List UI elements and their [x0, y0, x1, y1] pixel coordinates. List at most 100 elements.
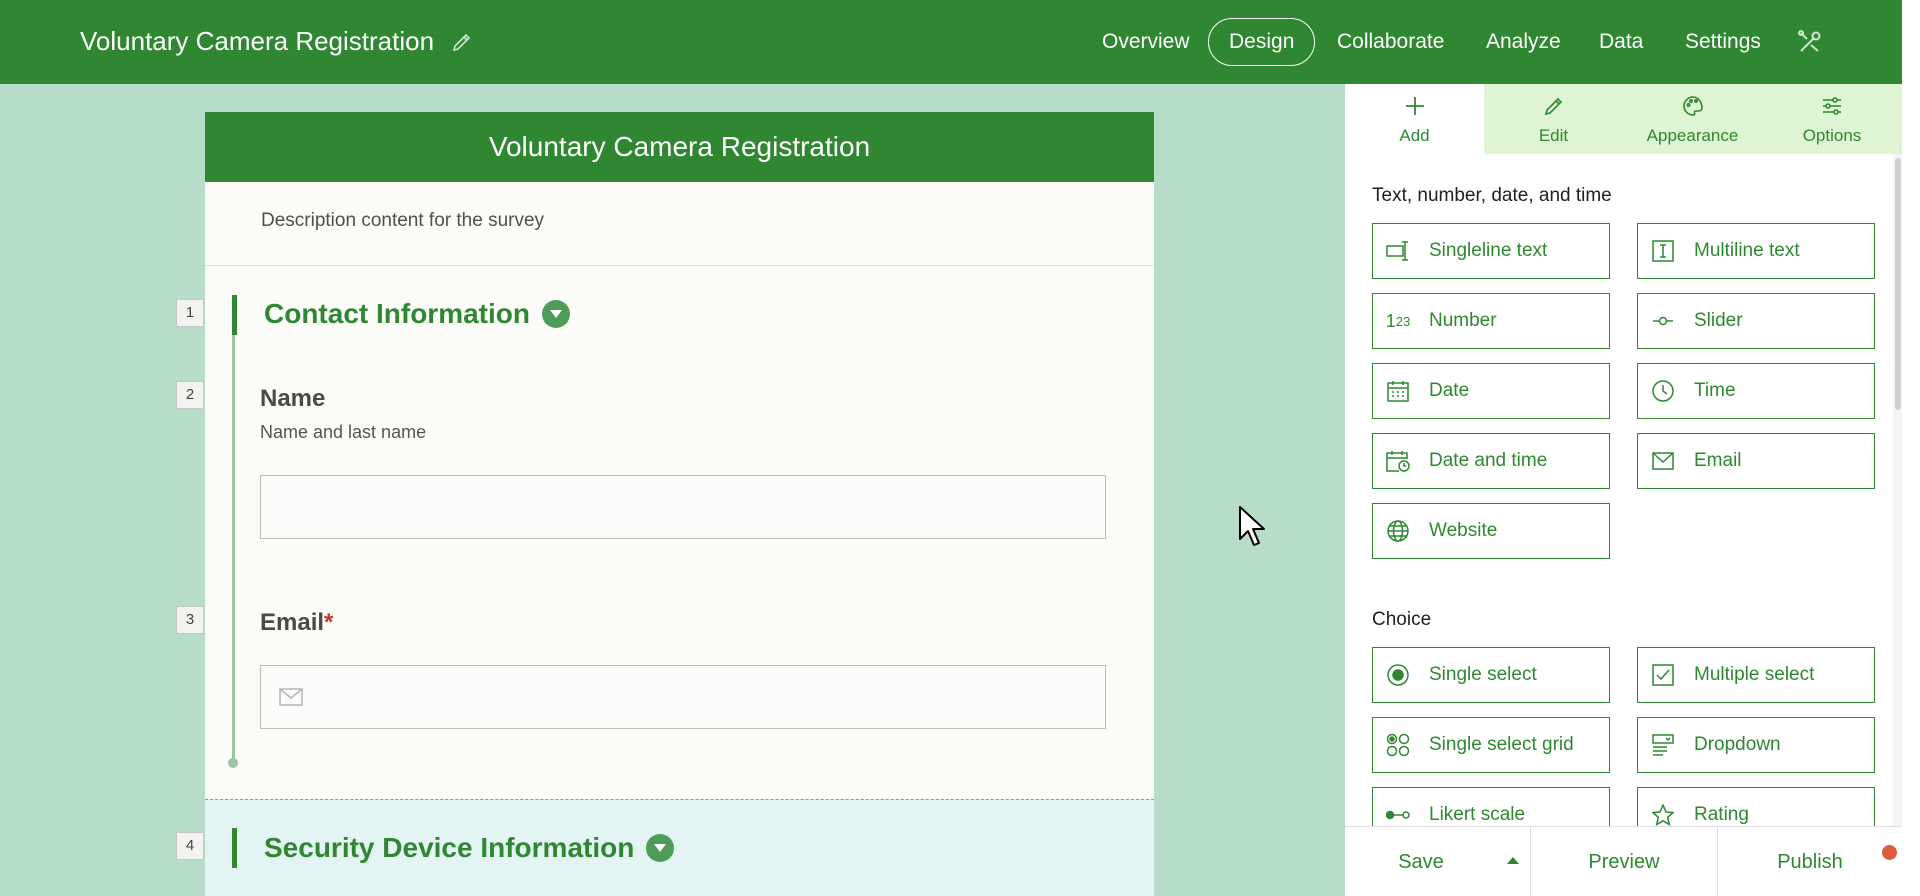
field-label: Time: [1694, 380, 1736, 401]
add-email-button[interactable]: Email: [1637, 433, 1875, 489]
dropdown-icon: [1650, 732, 1676, 758]
slider-icon: [1650, 308, 1676, 334]
section-marker: [232, 295, 237, 335]
edit-title-icon[interactable]: [450, 30, 474, 54]
field-label: Single select grid: [1429, 734, 1574, 755]
chevron-down-icon[interactable]: [542, 300, 570, 328]
add-date-button[interactable]: Date: [1372, 363, 1610, 419]
field-label: Date and time: [1429, 450, 1548, 471]
question-email-label[interactable]: Email*: [260, 609, 333, 637]
mouse-cursor-icon: [1239, 506, 1265, 546]
envelope-icon: [1650, 448, 1676, 474]
section-security-title[interactable]: Security Device Information: [264, 832, 675, 864]
field-label: Multiple select: [1694, 664, 1815, 685]
email-label-text: Email: [260, 609, 325, 636]
palette-icon: [1683, 96, 1703, 116]
section-line: [232, 295, 235, 762]
question-name-label[interactable]: Name: [260, 385, 325, 413]
notification-dot: [1882, 845, 1897, 860]
pencil-icon: [1544, 97, 1563, 116]
section-security-device[interactable]: Security Device Information: [205, 799, 1154, 896]
section-title-text: Security Device Information: [264, 832, 635, 863]
section-title-text: Contact Information: [264, 298, 530, 329]
nav-analyze[interactable]: Analyze: [1486, 18, 1561, 66]
sliders-icon: [1823, 97, 1841, 115]
preview-button[interactable]: Preview: [1531, 827, 1717, 896]
form-description[interactable]: Description content for the survey: [205, 182, 1154, 266]
add-single-select-grid-button[interactable]: Single select grid: [1372, 717, 1610, 773]
grid-icon: [1385, 732, 1411, 758]
publish-button[interactable]: Publish: [1718, 827, 1902, 896]
singleline-icon: [1385, 238, 1411, 264]
field-label: Date: [1429, 380, 1470, 401]
section-marker: [232, 828, 237, 868]
add-date-and-time-button[interactable]: Date and time: [1372, 433, 1610, 489]
multiline-icon: [1650, 238, 1676, 264]
app-title: Voluntary Camera Registration: [80, 26, 435, 56]
tools-icon[interactable]: [1796, 28, 1824, 56]
tab-label: Edit: [1538, 126, 1569, 145]
question-number: 2: [176, 381, 204, 409]
field-label: Singleline text: [1429, 240, 1548, 261]
question-number: 4: [176, 832, 204, 860]
field-label: Single select: [1429, 664, 1537, 685]
email-field[interactable]: [260, 665, 1106, 729]
clock-icon: [1650, 378, 1676, 404]
field-label: Multiline text: [1694, 240, 1800, 261]
add-website-button[interactable]: Website: [1372, 503, 1610, 559]
name-field[interactable]: [260, 475, 1106, 539]
field-label: Likert scale: [1429, 804, 1526, 825]
question-panel: Add Edit Appearance Options Text, number…: [1345, 84, 1902, 896]
nav-settings[interactable]: Settings: [1685, 18, 1761, 66]
tab-label: Add: [1399, 126, 1430, 145]
add-multiline-text-button[interactable]: Multiline text: [1637, 223, 1875, 279]
form-header[interactable]: Voluntary Camera Registration: [205, 112, 1154, 182]
nav-data[interactable]: Data: [1599, 18, 1643, 66]
add-multiple-select-button[interactable]: Multiple select: [1637, 647, 1875, 703]
add-slider-button[interactable]: Slider: [1637, 293, 1875, 349]
save-button[interactable]: Save: [1345, 827, 1497, 896]
calendar-icon: [1385, 378, 1411, 404]
tab-options[interactable]: Options: [1762, 84, 1902, 154]
field-label: Slider: [1694, 310, 1743, 331]
question-name-hint: Name and last name: [260, 422, 427, 442]
field-label: Website: [1429, 520, 1498, 541]
plus-icon: [1406, 97, 1424, 115]
bottom-action-bar: Save Preview Publish: [1345, 826, 1902, 896]
nav-collaborate[interactable]: Collaborate: [1337, 18, 1444, 66]
add-time-button[interactable]: Time: [1637, 363, 1875, 419]
nav-overview[interactable]: Overview: [1102, 18, 1190, 66]
add-singleline-text-button[interactable]: Singleline text: [1372, 223, 1610, 279]
window-edge: [1902, 0, 1920, 896]
field-label: Rating: [1694, 804, 1749, 825]
field-label: Email: [1694, 450, 1742, 471]
category-text-heading: Text, number, date, and time: [1372, 185, 1612, 206]
globe-icon: [1385, 518, 1411, 544]
tab-edit[interactable]: Edit: [1484, 84, 1623, 154]
tab-appearance[interactable]: Appearance: [1623, 84, 1762, 154]
caret-up-icon[interactable]: [1507, 857, 1519, 864]
question-number: 1: [176, 299, 204, 327]
likert-icon: [1385, 802, 1411, 828]
tab-add[interactable]: Add: [1345, 84, 1484, 154]
add-single-select-button[interactable]: Single select: [1372, 647, 1610, 703]
radio-icon: [1385, 662, 1411, 688]
field-label: Number: [1429, 310, 1497, 331]
top-bar: Voluntary Camera Registration Overview D…: [0, 0, 1902, 84]
section-end-dot: [228, 758, 238, 768]
checkbox-icon: [1650, 662, 1676, 688]
category-choice-heading: Choice: [1372, 609, 1432, 630]
chevron-down-icon[interactable]: [646, 834, 675, 862]
section-contact-title[interactable]: Contact Information: [264, 298, 570, 330]
survey-form: Voluntary Camera Registration Descriptio…: [205, 112, 1154, 896]
question-number: 3: [176, 606, 204, 634]
nav-design[interactable]: Design: [1208, 18, 1316, 66]
scrollbar-thumb[interactable]: [1895, 158, 1901, 410]
design-canvas: Voluntary Camera Registration Descriptio…: [0, 84, 1345, 896]
field-label: Dropdown: [1694, 734, 1781, 755]
envelope-icon: [279, 688, 303, 706]
tab-label: Appearance: [1646, 126, 1739, 145]
add-number-button[interactable]: 123 Number: [1372, 293, 1610, 349]
add-dropdown-button[interactable]: Dropdown: [1637, 717, 1875, 773]
calendar-clock-icon: [1385, 448, 1411, 474]
